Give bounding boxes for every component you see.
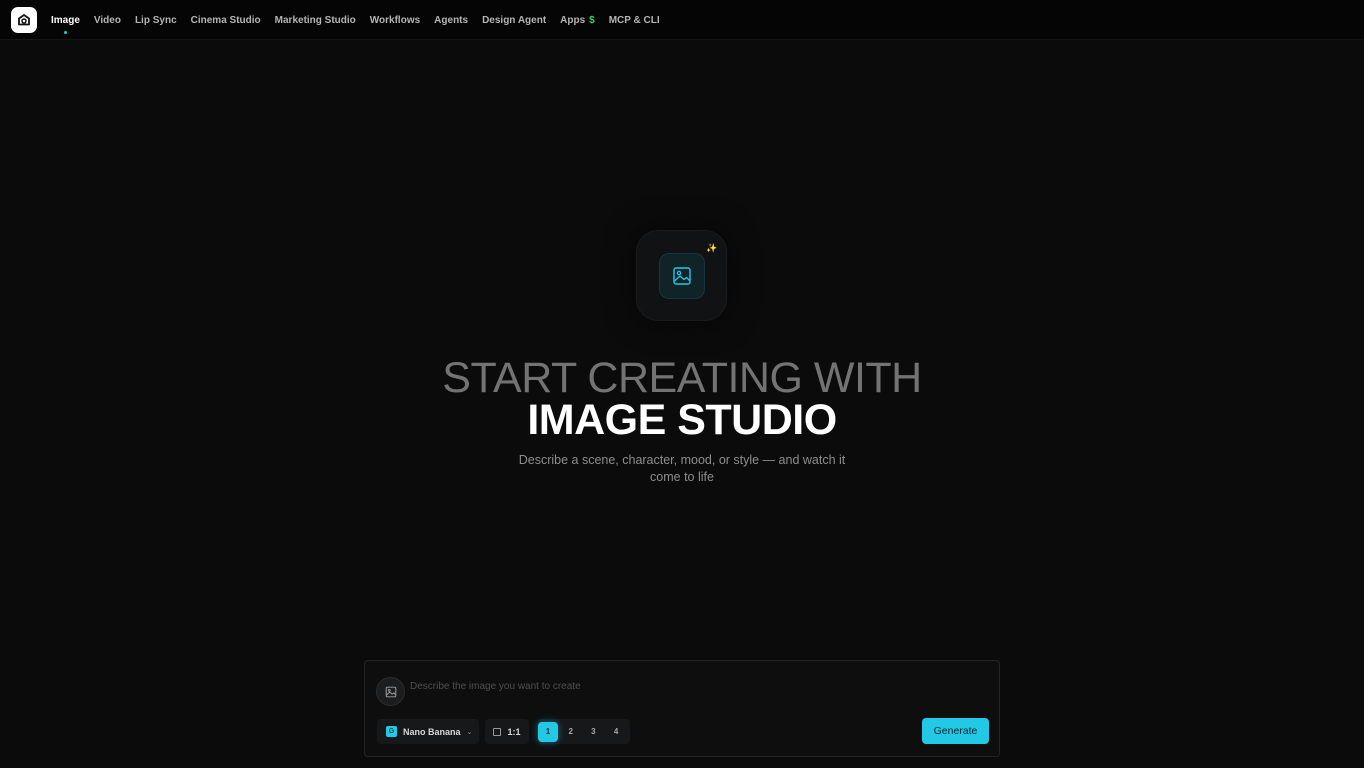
nav-item-label: Apps [560,14,586,26]
active-indicator [64,30,68,34]
logo-icon [18,14,30,26]
nav-item-marketing-studio[interactable]: Marketing Studio [275,15,356,26]
hero-icon-tile: ✨ [636,230,727,321]
image-count-selector: 1 2 3 4 [537,719,630,744]
count-option-4[interactable]: 4 [606,722,626,742]
nav-item-video[interactable]: Video [94,15,121,26]
aspect-ratio-label: 1:1 [507,726,521,737]
main-nav: Image Video Lip Sync Cinema Studio Marke… [51,0,674,40]
generate-button[interactable]: Generate [922,718,989,744]
nav-item-cinema-studio[interactable]: Cinema Studio [191,15,261,26]
model-icon: G [386,726,397,737]
nav-item-lip-sync[interactable]: Lip Sync [135,15,177,26]
model-label: Nano Banana [403,726,461,737]
aspect-ratio-select[interactable]: 1:1 [485,719,529,744]
top-navigation-bar: Image Video Lip Sync Cinema Studio Marke… [0,0,1364,40]
nav-item-apps[interactable]: Apps $ [560,15,595,26]
nav-item-label: Video [93,14,121,26]
prompt-input[interactable] [410,678,970,694]
hero-headline-line1: START CREATING WITH [442,354,922,402]
nav-item-label: Marketing Studio [274,14,356,26]
model-select[interactable]: G Nano Banana ⌄ [377,719,479,744]
nav-item-label: Image [51,14,80,26]
prompt-composer: G Nano Banana ⌄ 1:1 1 2 3 4 Generate [364,660,1000,757]
nav-item-label: Design Agent [482,14,547,26]
sparkle-icon: ✨ [706,243,718,253]
apps-dollar-badge: $ [589,14,595,26]
nav-item-label: Workflows [369,14,421,26]
hero-subtitle: Describe a scene, character, mood, or st… [518,453,846,484]
attach-image-button[interactable] [376,677,405,706]
count-option-2[interactable]: 2 [561,722,581,742]
app-logo[interactable] [11,7,37,33]
nav-item-agents[interactable]: Agents [434,15,468,26]
nav-item-label: Agents [434,14,469,26]
aspect-ratio-icon [493,727,502,736]
nav-item-label: MCP & CLI [608,14,660,26]
nav-item-label: Cinema Studio [190,14,261,26]
image-icon [385,686,396,697]
nav-item-image[interactable]: Image [51,14,80,34]
count-option-3[interactable]: 3 [583,722,603,742]
count-option-1[interactable]: 1 [538,721,558,742]
hero-image-icon-container [659,253,705,299]
nav-item-design-agent[interactable]: Design Agent [482,15,546,26]
nav-item-mcp-cli[interactable]: MCP & CLI [609,15,660,26]
hero-headline-line2: IMAGE STUDIO [527,396,837,444]
chevron-down-icon: ⌄ [466,728,473,736]
nav-item-workflows[interactable]: Workflows [370,15,420,26]
image-icon [673,267,691,285]
nav-item-label: Lip Sync [134,14,177,26]
